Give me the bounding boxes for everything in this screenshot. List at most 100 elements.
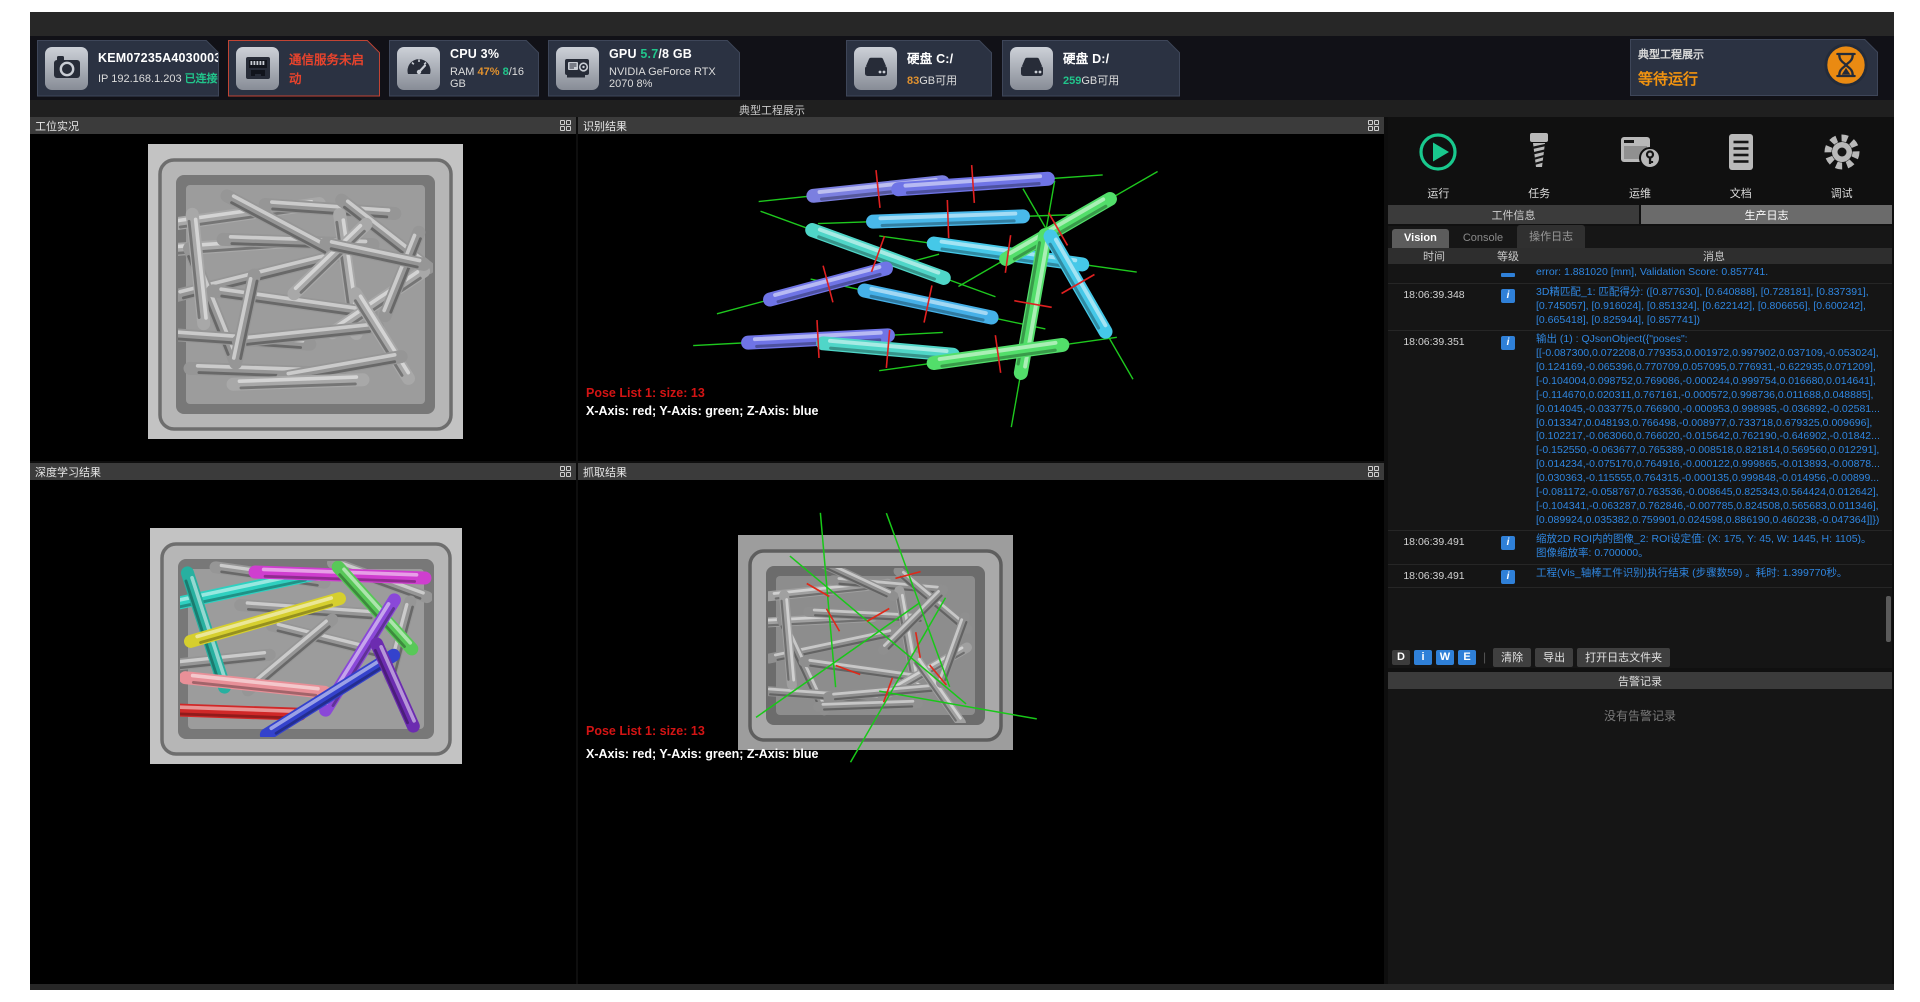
cpu-usage: CPU 3% bbox=[450, 47, 526, 61]
log-row[interactable]: 18:06:39.351 i 输出 (1) : QJsonObject({"po… bbox=[1388, 331, 1892, 531]
log-time: 18:06:39.351 bbox=[1388, 333, 1480, 527]
nav-run-label: 运行 bbox=[1427, 185, 1449, 201]
pose-list-label: Pose List 1: size: 13 bbox=[586, 724, 705, 738]
level-dash-icon bbox=[1501, 273, 1515, 277]
hdd-icon bbox=[1010, 47, 1053, 90]
log-time: 18:06:39.491 bbox=[1388, 533, 1480, 561]
log-time: 18:06:39.491 bbox=[1388, 567, 1480, 584]
nav-document-label: 文档 bbox=[1730, 185, 1752, 201]
expand-view-icon[interactable] bbox=[560, 466, 572, 478]
expand-view-icon[interactable] bbox=[1368, 120, 1380, 132]
nav-debug-label: 调试 bbox=[1831, 185, 1853, 201]
pose-list-label: Pose List 1: size: 13 bbox=[586, 386, 705, 400]
comm-service-status: 通信服务未启动 bbox=[289, 49, 367, 87]
log-tab-vision[interactable]: Vision bbox=[1392, 229, 1449, 248]
app-window: KEM07235A4030003 IP 192.168.1.203 已连接 通信… bbox=[30, 12, 1894, 990]
log-level-icon bbox=[1480, 266, 1536, 280]
log-col-message: 消息 bbox=[1536, 248, 1892, 264]
ethernet-icon bbox=[236, 47, 279, 90]
log-col-time: 时间 bbox=[1388, 248, 1480, 264]
gpu-usage: GPU 5.7/8 GB bbox=[609, 47, 727, 61]
tab-workpiece-info[interactable]: 工件信息 bbox=[1388, 205, 1639, 224]
disk-d-tile: 硬盘 D:/ 259GB可用 bbox=[1002, 40, 1180, 97]
camera-connect-status: 已连接 bbox=[185, 73, 218, 85]
nav-debug[interactable]: 调试 bbox=[1791, 122, 1892, 201]
panel-station-live: 工位实况 bbox=[30, 117, 576, 461]
subtitle-text: 典型工程展示 bbox=[739, 102, 805, 118]
screw-icon bbox=[1517, 130, 1561, 179]
disk-d-space: 259GB可用 bbox=[1063, 72, 1119, 88]
tab-production-log[interactable]: 生产日志 bbox=[1641, 205, 1892, 224]
panel-title-grasp: 抓取结果 bbox=[583, 464, 627, 480]
camera-status-tile: KEM07235A4030003 IP 192.168.1.203 已连接 bbox=[37, 40, 219, 97]
panel-title-recognition: 识别结果 bbox=[583, 118, 627, 134]
export-log-button[interactable]: 导出 bbox=[1535, 648, 1573, 667]
sidebar: 运行 任务 运维 文档 调试 bbox=[1388, 117, 1892, 984]
ram-usage: RAM 47% 8/16 GB bbox=[450, 66, 526, 90]
log-footer: D i W E | 清除 导出 打开日志文件夹 bbox=[1388, 646, 1892, 668]
nav-document[interactable]: 文档 bbox=[1690, 122, 1791, 201]
log-table-header: 时间 等级 消息 bbox=[1388, 248, 1892, 264]
subtitle-bar: 典型工程展示 bbox=[30, 100, 1894, 117]
info-level-icon: i bbox=[1501, 536, 1515, 550]
nav-task[interactable]: 任务 bbox=[1489, 122, 1590, 201]
expand-view-icon[interactable] bbox=[560, 120, 572, 132]
log-message: error: 1.881020 [mm], Validation Score: … bbox=[1536, 266, 1892, 280]
camera-serial: KEM07235A4030003 bbox=[98, 51, 221, 65]
gpu-card-icon bbox=[556, 47, 599, 90]
log-tab-operation[interactable]: 操作日志 bbox=[1517, 225, 1585, 248]
separator: | bbox=[1483, 650, 1486, 664]
cpu-status-tile: CPU 3% RAM 47% 8/16 GB bbox=[389, 40, 539, 97]
bottom-strip bbox=[30, 984, 1894, 990]
log-filter-info[interactable]: i bbox=[1414, 650, 1432, 665]
log-time bbox=[1388, 266, 1480, 280]
panel-deep-learning-result: 深度学习结果 bbox=[30, 463, 576, 984]
log-row[interactable]: error: 1.881020 [mm], Validation Score: … bbox=[1388, 264, 1892, 284]
expand-view-icon[interactable] bbox=[1368, 466, 1380, 478]
disk-c-tile: 硬盘 C:/ 83GB可用 bbox=[846, 40, 992, 97]
project-run-status: 等待运行 bbox=[1638, 68, 1704, 89]
axis-legend-label: X-Axis: red; Y-Axis: green; Z-Axis: blue bbox=[586, 404, 818, 418]
log-row[interactable]: 18:06:39.491 i 工程(Vis_轴棒工件识别)执行结束 (步骤数59… bbox=[1388, 565, 1892, 588]
open-log-folder-button[interactable]: 打开日志文件夹 bbox=[1577, 648, 1670, 667]
log-time: 18:06:39.348 bbox=[1388, 286, 1480, 328]
log-level-icon: i bbox=[1480, 286, 1536, 328]
log-message: 工程(Vis_轴棒工件识别)执行结束 (步骤数59) 。耗时: 1.399770… bbox=[1536, 567, 1892, 584]
panel-title-deep-learning: 深度学习结果 bbox=[35, 464, 101, 480]
disk-c-label: 硬盘 C:/ bbox=[907, 48, 957, 67]
nav-run[interactable]: 运行 bbox=[1388, 122, 1489, 201]
log-level-icon: i bbox=[1480, 333, 1536, 527]
run-play-icon bbox=[1416, 130, 1460, 179]
gear-icon bbox=[1820, 130, 1864, 179]
camera-icon bbox=[45, 47, 88, 90]
camera-ip: IP 192.168.1.203 bbox=[98, 73, 182, 85]
project-title: 典型工程展示 bbox=[1638, 46, 1704, 62]
info-level-icon: i bbox=[1501, 336, 1515, 350]
nav-task-label: 任务 bbox=[1528, 185, 1550, 201]
alarm-empty-text: 没有告警记录 bbox=[1388, 689, 1892, 984]
station-live-image bbox=[30, 134, 576, 461]
log-filter-warning[interactable]: W bbox=[1436, 650, 1454, 665]
log-filter-error[interactable]: E bbox=[1458, 650, 1476, 665]
log-filter-debug[interactable]: D bbox=[1392, 650, 1410, 665]
hourglass-icon bbox=[1823, 42, 1869, 93]
log-message: 缩放2D ROI内的图像_2: ROI设定值: (X: 175, Y: 45, … bbox=[1536, 533, 1892, 561]
log-level-icon: i bbox=[1480, 533, 1536, 561]
panel-grasp-result: 抓取结果 Pose List 1: size: 13 X-Axis: red; … bbox=[578, 463, 1384, 984]
ops-key-icon bbox=[1617, 130, 1663, 179]
axis-legend-label: X-Axis: red; Y-Axis: green; Z-Axis: blue bbox=[586, 747, 818, 761]
info-level-icon: i bbox=[1501, 570, 1515, 584]
nav-maintenance[interactable]: 运维 bbox=[1590, 122, 1691, 201]
log-row[interactable]: 18:06:39.348 i 3D精匹配_1: 匹配得分: ([0.877630… bbox=[1388, 284, 1892, 332]
log-tab-console[interactable]: Console bbox=[1451, 229, 1515, 248]
clear-log-button[interactable]: 清除 bbox=[1493, 648, 1531, 667]
log-message: 输出 (1) : QJsonObject({"poses": [[-0.0873… bbox=[1536, 333, 1892, 527]
log-list: error: 1.881020 [mm], Validation Score: … bbox=[1388, 264, 1892, 646]
deep-learning-image bbox=[30, 480, 576, 984]
title-bar bbox=[30, 12, 1894, 36]
gpu-status-tile: GPU 5.7/8 GB NVIDIA GeForce RTX 2070 8% bbox=[548, 40, 740, 97]
log-row[interactable]: 18:06:39.491 i 缩放2D ROI内的图像_2: ROI设定值: (… bbox=[1388, 531, 1892, 565]
disk-c-space: 83GB可用 bbox=[907, 72, 957, 88]
log-scrollbar[interactable] bbox=[1886, 596, 1891, 642]
comm-service-tile[interactable]: 通信服务未启动 bbox=[228, 40, 380, 97]
